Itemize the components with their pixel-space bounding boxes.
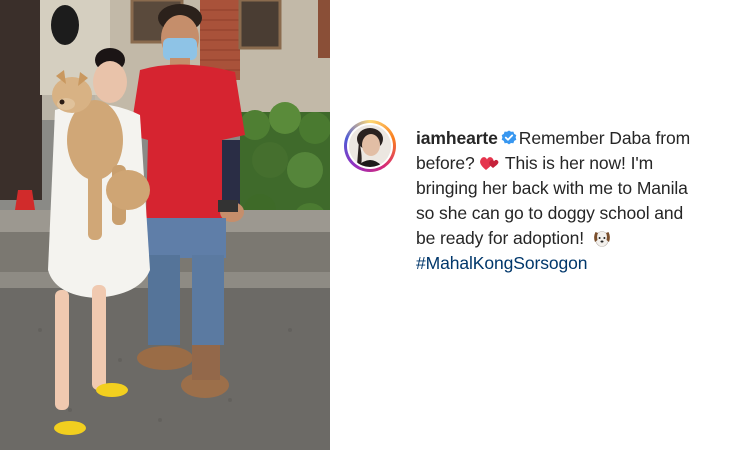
caption-line-4: bringing her back with me to Manila [416,178,688,198]
story-ring[interactable] [344,120,396,172]
caption-line-3: This is her now! I'm [500,153,654,173]
two-hearts-emoji-icon [480,157,499,170]
dog-face-emoji-icon [593,231,610,247]
avatar[interactable] [349,125,391,167]
caption-line-1: Remember Daba from [518,128,691,148]
username-link[interactable]: iamhearte [416,128,498,148]
caption-panel: iamhearte Remember Daba from before? Thi… [330,0,750,450]
post-photo-illustration [0,0,330,450]
avatar-portrait [349,125,391,167]
verified-badge-icon [501,130,517,145]
caption-line-2: before? [416,153,480,173]
hashtag-link[interactable]: #MahalKongSorsogon [416,253,587,273]
caption-line-6: be ready for adoption! [416,228,589,248]
post-photo [0,0,330,450]
caption-line-5: so she can go to doggy school and [416,203,684,223]
post-caption: iamhearte Remember Daba from before? Thi… [416,126,746,276]
